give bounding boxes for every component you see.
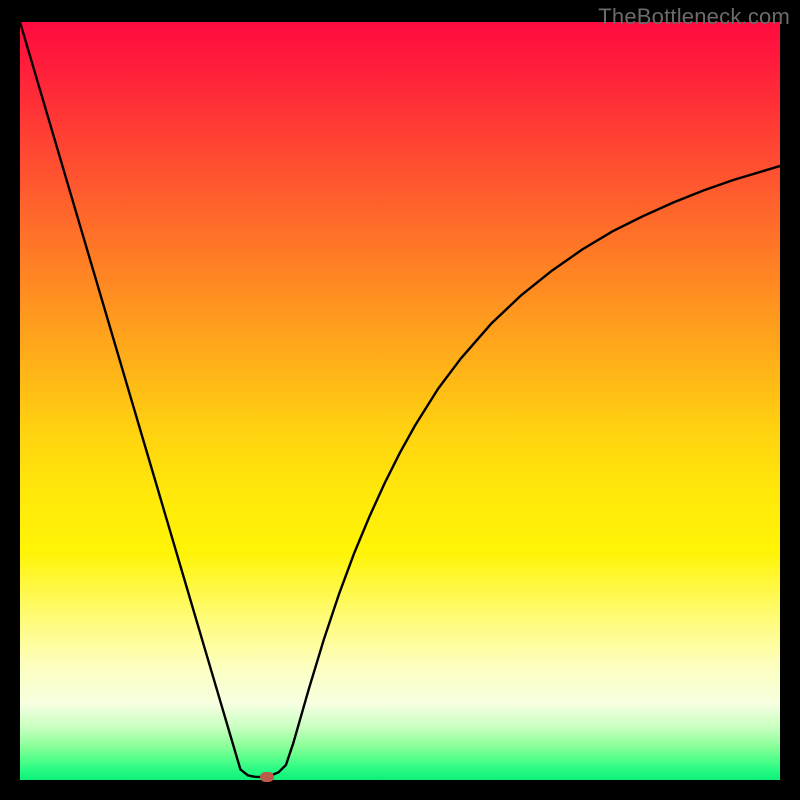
- watermark-text: TheBottleneck.com: [598, 4, 790, 30]
- chart-frame: TheBottleneck.com: [0, 0, 800, 800]
- plot-inner: [20, 22, 780, 780]
- plot-area: [20, 22, 780, 780]
- optimal-point-marker: [260, 772, 274, 782]
- bottleneck-curve: [20, 22, 780, 777]
- curve-svg: [20, 22, 780, 780]
